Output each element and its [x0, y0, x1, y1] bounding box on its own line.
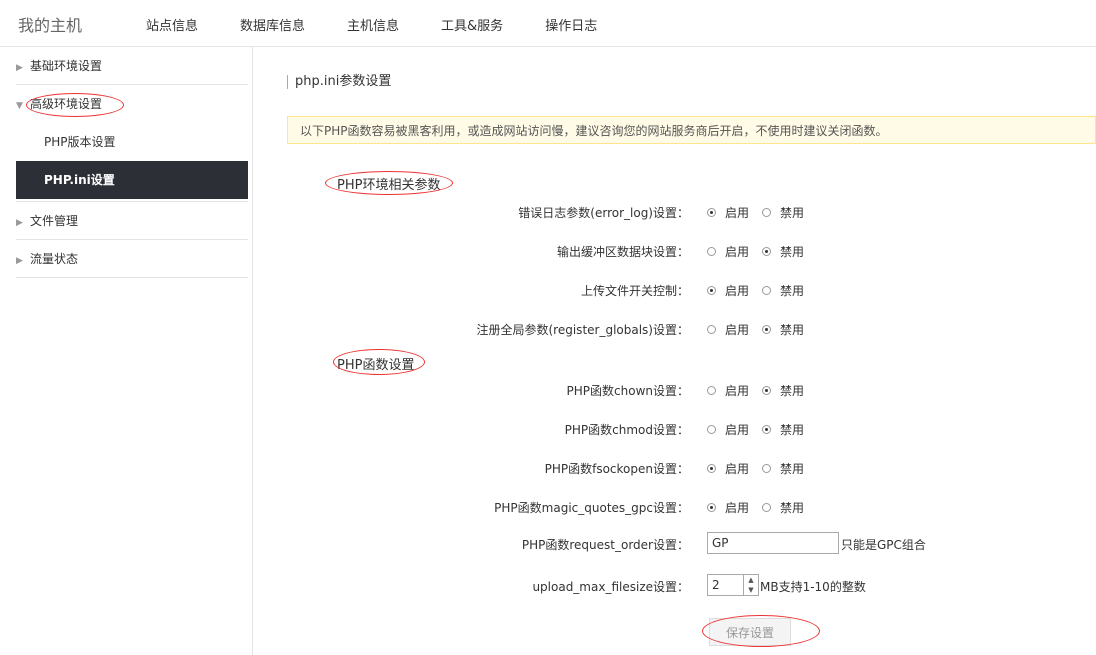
setting-label: PHP函数chmod设置： — [564, 423, 689, 437]
spinner-arrows-icon[interactable]: ▲ ▼ — [743, 575, 758, 595]
disable-radio[interactable] — [762, 325, 772, 334]
sidebar-item-files[interactable]: ▶ 文件管理 — [16, 202, 248, 240]
sidebar-item-traffic[interactable]: ▶ 流量状态 — [16, 240, 248, 278]
nav-operation-log[interactable]: 操作日志 — [545, 15, 597, 34]
sidebar: ▶ 基础环境设置 ▼ 高级环境设置 PHP版本设置 PHP.ini设置 ▶ 文件管理 … — [0, 47, 253, 655]
upload-max-label: upload_max_filesize设置： — [532, 580, 689, 594]
sidebar-subitem-php-ini[interactable]: PHP.ini设置 — [16, 161, 248, 199]
main-content: php.ini参数设置 以下PHP函数容易被黑客利用，或造成网站访问慢，建议咨询… — [253, 47, 1096, 655]
radio-group: 启用 禁用 — [707, 460, 817, 477]
sidebar-item-label: 高级环境设置 — [30, 97, 103, 111]
disable-label[interactable]: 禁用 — [780, 421, 804, 438]
setting-label: 错误日志参数(error_log)设置： — [518, 206, 689, 220]
request-order-row: PHP函数request_order设置： — [253, 534, 1096, 554]
disable-label[interactable]: 禁用 — [780, 499, 804, 516]
sidebar-item-label: 流量状态 — [30, 252, 79, 266]
brand-title: 我的主机 — [18, 16, 83, 35]
setting-row: 上传文件开关控制： 启用 禁用 — [253, 280, 1096, 300]
disable-label[interactable]: 禁用 — [780, 321, 804, 338]
setting-row: 注册全局参数(register_globals)设置： 启用 禁用 — [253, 319, 1096, 339]
disable-radio[interactable] — [762, 503, 772, 512]
save-button[interactable]: 保存设置 — [709, 618, 791, 646]
upload-max-value: 2 — [712, 578, 720, 592]
disable-radio[interactable] — [762, 464, 772, 473]
disable-radio[interactable] — [762, 386, 772, 395]
nav-site-info[interactable]: 站点信息 — [146, 15, 198, 34]
setting-label: PHP函数chown设置： — [566, 384, 689, 398]
disable-radio[interactable] — [762, 208, 772, 217]
sidebar-item-basic[interactable]: ▶ 基础环境设置 — [16, 47, 248, 85]
enable-label[interactable]: 启用 — [725, 460, 749, 477]
radio-group: 启用 禁用 — [707, 204, 817, 221]
sidebar-item-label: 基础环境设置 — [30, 59, 103, 73]
caret-right-icon: ▶ — [16, 256, 23, 266]
request-order-label: PHP函数request_order设置： — [521, 538, 689, 552]
disable-radio[interactable] — [762, 247, 772, 256]
setting-row: 错误日志参数(error_log)设置： 启用 禁用 — [253, 202, 1096, 222]
nav-database-info[interactable]: 数据库信息 — [240, 15, 305, 34]
caret-down-icon: ▼ — [16, 101, 23, 111]
request-order-input[interactable]: GP — [707, 532, 839, 554]
top-nav: 站点信息 数据库信息 主机信息 工具&服务 操作日志 — [146, 15, 639, 34]
request-order-hint: 只能是GPC组合 — [841, 538, 926, 552]
disable-label[interactable]: 禁用 — [780, 243, 804, 260]
radio-group: 启用 禁用 — [707, 321, 817, 338]
enable-label[interactable]: 启用 — [725, 421, 749, 438]
setting-label: PHP函数magic_quotes_gpc设置： — [494, 501, 689, 515]
sidebar-subitem-php-version[interactable]: PHP版本设置 — [16, 123, 248, 161]
enable-radio[interactable] — [707, 208, 716, 217]
disable-radio[interactable] — [762, 425, 772, 434]
radio-group: 启用 禁用 — [707, 282, 817, 299]
enable-label[interactable]: 启用 — [725, 282, 749, 299]
radio-group: 启用 禁用 — [707, 421, 817, 438]
enable-radio[interactable] — [707, 386, 716, 395]
enable-label[interactable]: 启用 — [725, 382, 749, 399]
enable-label[interactable]: 启用 — [725, 204, 749, 221]
setting-row: 输出缓冲区数据块设置： 启用 禁用 — [253, 241, 1096, 261]
enable-radio[interactable] — [707, 464, 716, 473]
warning-notice: 以下PHP函数容易被黑客利用，或造成网站访问慢，建议咨询您的网站服务商后开启，不… — [287, 116, 1096, 144]
disable-label[interactable]: 禁用 — [780, 204, 804, 221]
enable-radio[interactable] — [707, 325, 716, 334]
sidebar-item-advanced[interactable]: ▼ 高级环境设置 — [16, 85, 248, 123]
disable-radio[interactable] — [762, 286, 772, 295]
setting-row: PHP函数magic_quotes_gpc设置： 启用 禁用 — [253, 497, 1096, 517]
nav-host-info[interactable]: 主机信息 — [347, 15, 399, 34]
setting-label: 输出缓冲区数据块设置： — [556, 245, 689, 259]
enable-label[interactable]: 启用 — [725, 243, 749, 260]
setting-label: PHP函数fsockopen设置： — [544, 462, 689, 476]
group-title-func: PHP函数设置 — [337, 358, 415, 373]
top-bar: 我的主机 站点信息 数据库信息 主机信息 工具&服务 操作日志 — [0, 0, 1096, 47]
radio-group: 启用 禁用 — [707, 499, 817, 516]
enable-radio[interactable] — [707, 247, 716, 256]
disable-label[interactable]: 禁用 — [780, 460, 804, 477]
radio-group: 启用 禁用 — [707, 382, 817, 399]
enable-label[interactable]: 启用 — [725, 321, 749, 338]
nav-tools-services[interactable]: 工具&服务 — [441, 15, 503, 34]
caret-right-icon: ▶ — [16, 63, 23, 73]
disable-label[interactable]: 禁用 — [780, 282, 804, 299]
enable-radio[interactable] — [707, 286, 716, 295]
enable-label[interactable]: 启用 — [725, 499, 749, 516]
section-title: php.ini参数设置 — [287, 75, 391, 89]
enable-radio[interactable] — [707, 503, 716, 512]
setting-label: 注册全局参数(register_globals)设置： — [476, 323, 690, 337]
caret-right-icon: ▶ — [16, 218, 23, 228]
setting-row: PHP函数chmod设置： 启用 禁用 — [253, 419, 1096, 439]
setting-row: PHP函数fsockopen设置： 启用 禁用 — [253, 458, 1096, 478]
group-title-env: PHP环境相关参数 — [337, 178, 441, 193]
radio-group: 启用 禁用 — [707, 243, 817, 260]
disable-label[interactable]: 禁用 — [780, 382, 804, 399]
upload-max-stepper[interactable]: 2 ▲ ▼ — [707, 574, 759, 596]
setting-row: PHP函数chown设置： 启用 禁用 — [253, 380, 1096, 400]
upload-max-hint: MB支持1-10的整数 — [760, 580, 866, 594]
upload-max-row: upload_max_filesize设置： — [253, 576, 1096, 596]
enable-radio[interactable] — [707, 425, 716, 434]
setting-label: 上传文件开关控制： — [580, 284, 689, 298]
sidebar-item-label: 文件管理 — [30, 214, 79, 228]
